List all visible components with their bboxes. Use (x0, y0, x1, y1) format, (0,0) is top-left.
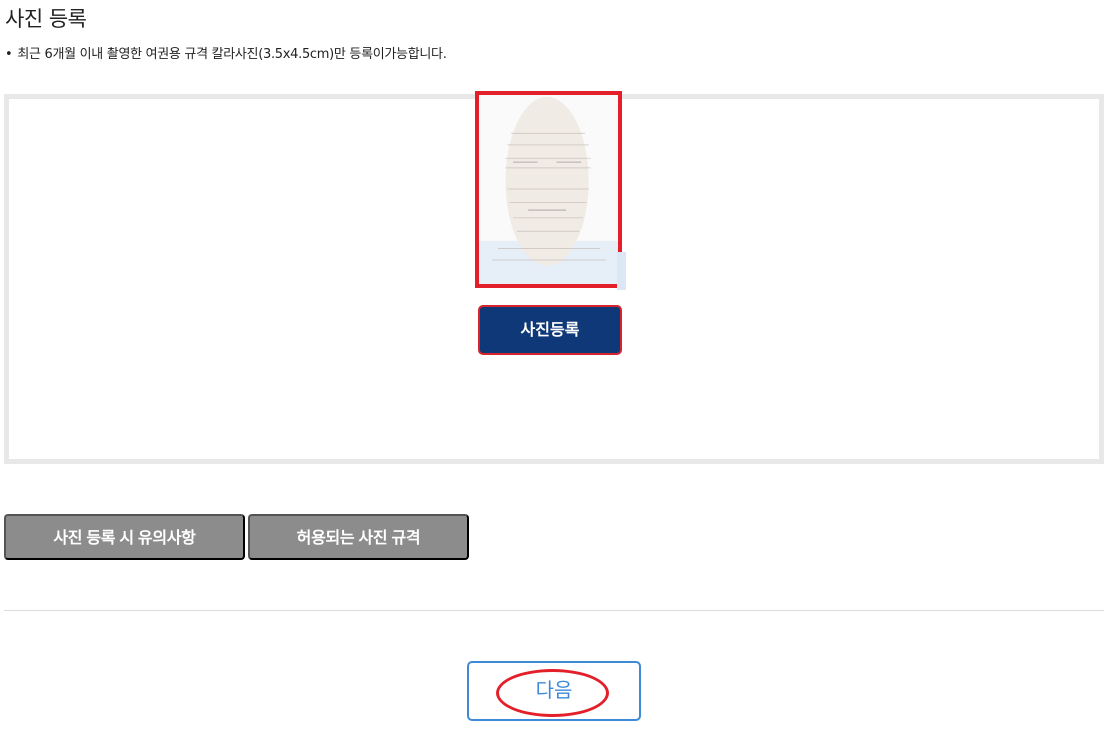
blurred-portrait-image (479, 95, 618, 284)
register-photo-button[interactable]: 사진등록 (478, 305, 622, 355)
section-divider (4, 610, 1104, 611)
allowed-photo-specs-button[interactable]: 허용되는 사진 규격 (248, 514, 469, 560)
notice-bullet: • (5, 47, 13, 62)
next-button[interactable]: 다음 (467, 661, 641, 721)
page-title: 사진 등록 (5, 7, 87, 31)
photo-edge-fragment (617, 252, 626, 290)
photo-notice: • 최근 6개월 이내 촬영한 여권용 규격 칼라사진(3.5x4.5cm)만 등… (5, 43, 447, 62)
photo-precautions-button[interactable]: 사진 등록 시 유의사항 (4, 514, 245, 560)
notice-text: 최근 6개월 이내 촬영한 여권용 규격 칼라사진(3.5x4.5cm)만 등록… (17, 47, 447, 62)
passport-photo-preview (475, 91, 622, 288)
